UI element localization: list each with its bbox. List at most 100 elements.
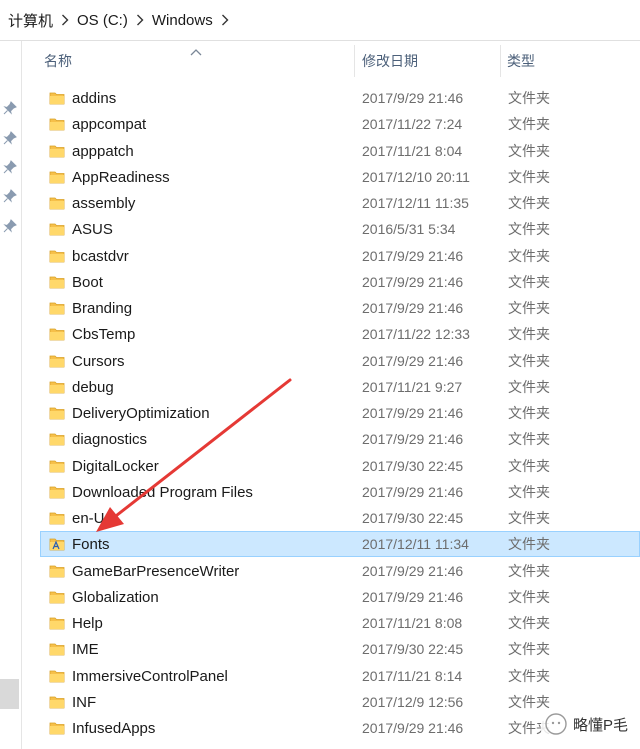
folder-icon (49, 117, 65, 131)
chevron-right-icon[interactable] (55, 14, 75, 26)
file-date-modified: 2017/9/29 21:46 (362, 720, 464, 736)
file-name: Branding (72, 300, 133, 317)
file-type: 文件夹 (508, 667, 550, 684)
folder-icon (49, 616, 65, 630)
file-name: ImmersiveControlPanel (72, 667, 228, 685)
file-date-modified: 2017/11/22 12:33 (362, 326, 470, 343)
file-name: InfusedApps (72, 720, 156, 737)
file-name: ASUS (72, 221, 113, 239)
folder-icon (49, 485, 65, 499)
file-type: 文件夹 (508, 300, 550, 316)
folder-icon (49, 669, 65, 683)
file-type: 文件夹 (508, 90, 550, 106)
file-date-modified: 2017/9/29 21:46 (362, 431, 464, 448)
file-name: bcastdvr (72, 247, 129, 265)
file-type: 文件夹 (508, 431, 550, 448)
file-name: Help (72, 615, 103, 632)
folder-icon (49, 144, 65, 158)
file-date-modified: 2016/5/31 5:34 (362, 221, 456, 238)
file-name: Boot (72, 273, 103, 291)
file-row[interactable]: DeliveryOptimization 2017/9/29 21:46 文件夹 (40, 400, 640, 426)
column-type-header[interactable]: 类型 (507, 41, 627, 81)
file-date-modified: 2017/12/11 11:34 (362, 536, 469, 553)
file-row[interactable]: en-US 2017/9/30 22:45 文件夹 (40, 505, 640, 531)
file-row[interactable]: Downloaded Program Files 2017/9/29 21:46 文… (40, 479, 640, 505)
folder-icon (49, 642, 65, 656)
file-row[interactable]: AppReadiness 2017/12/10 20:11 文件夹 (40, 164, 640, 190)
folder-icon (49, 695, 65, 709)
file-type: 文件夹 (508, 615, 550, 631)
file-name: apppatch (72, 142, 134, 160)
file-type: 文件夹 (508, 457, 550, 474)
folder-icon (49, 196, 65, 210)
file-row[interactable]: bcastdvr 2017/9/29 21:46 文件夹 (40, 243, 640, 269)
file-date-modified: 2017/9/29 21:46 (362, 483, 464, 500)
file-type: 文件夹 (508, 405, 550, 421)
file-row[interactable]: addins 2017/9/29 21:46 文件夹 (40, 85, 640, 111)
file-row[interactable]: IME 2017/9/30 22:45 文件夹 (40, 636, 640, 662)
file-row[interactable]: assembly 2017/12/11 11:35 文件夹 (40, 190, 640, 216)
file-name: Fonts (72, 536, 110, 554)
breadcrumb-drive[interactable]: OS (C:) (75, 12, 130, 29)
column-divider[interactable] (354, 45, 355, 77)
pin-icon[interactable] (3, 101, 17, 115)
file-row[interactable]: Branding 2017/9/29 21:46 文件夹 (40, 295, 640, 321)
address-bar[interactable]: 计算机 OS (C:) Windows (0, 0, 640, 41)
file-type: 文件夹 (508, 510, 550, 526)
chevron-right-icon[interactable] (130, 14, 150, 26)
file-row[interactable]: Boot 2017/9/29 21:46 文件夹 (40, 269, 640, 295)
column-name-header[interactable]: 名称 (44, 41, 374, 81)
file-date-modified: 2017/11/21 8:04 (362, 142, 463, 159)
pin-icon[interactable] (3, 219, 17, 233)
column-divider[interactable] (500, 45, 501, 77)
file-date-modified: 2017/9/30 22:45 (362, 641, 464, 658)
folder-icon (49, 380, 65, 394)
pin-icon[interactable] (3, 189, 17, 203)
file-row[interactable]: DigitalLocker 2017/9/30 22:45 文件夹 (40, 453, 640, 479)
file-row[interactable]: diagnostics 2017/9/29 21:46 文件夹 (40, 426, 640, 452)
file-type: 文件夹 (508, 168, 550, 185)
file-row[interactable]: appcompat 2017/11/22 7:24 文件夹 (40, 111, 640, 137)
file-row[interactable]: debug 2017/11/21 9:27 文件夹 (40, 374, 640, 400)
folder-icon (49, 406, 65, 420)
file-date-modified: 2017/9/29 21:46 (362, 352, 464, 369)
fonts-folder-icon (49, 537, 65, 551)
pin-icon[interactable] (3, 160, 17, 174)
folder-icon (49, 222, 65, 236)
file-date-modified: 2017/9/29 21:46 (362, 588, 464, 605)
file-name: en-US (72, 510, 115, 527)
file-type: 文件夹 (508, 588, 550, 605)
file-name: appcompat (72, 116, 147, 134)
wechat-logo-icon (545, 713, 567, 735)
file-date-modified: 2017/9/29 21:46 (362, 300, 464, 316)
file-row[interactable]: ASUS 2016/5/31 5:34 文件夹 (40, 216, 640, 242)
chevron-right-icon[interactable] (215, 14, 235, 26)
file-date-modified: 2017/9/29 21:46 (362, 273, 464, 290)
file-row[interactable]: Help 2017/11/21 8:08 文件夹 (40, 610, 640, 636)
navigation-pane[interactable] (0, 41, 22, 749)
file-row[interactable]: CbsTemp 2017/11/22 12:33 文件夹 (40, 321, 640, 347)
folder-icon (49, 459, 65, 473)
nav-selected-item[interactable] (0, 679, 19, 709)
file-type: 文件夹 (508, 221, 550, 238)
file-row[interactable]: apppatch 2017/11/21 8:04 文件夹 (40, 138, 640, 164)
file-type: 文件夹 (508, 536, 550, 553)
file-row[interactable]: Globalization 2017/9/29 21:46 文件夹 (40, 584, 640, 610)
breadcrumb-windows[interactable]: Windows (150, 12, 215, 29)
file-type: 文件夹 (508, 562, 550, 579)
folder-icon (49, 432, 65, 446)
file-date-modified: 2017/9/30 22:45 (362, 457, 464, 474)
column-header: 名称 修改日期 类型 (22, 41, 640, 81)
pin-icon[interactable] (3, 131, 17, 145)
file-row[interactable]: GameBarPresenceWriter 2017/9/29 21:46 文件夹 (40, 558, 640, 584)
breadcrumb-computer[interactable]: 计算机 (6, 10, 55, 31)
folder-icon (49, 170, 65, 184)
file-row[interactable]: Cursors 2017/9/29 21:46 文件夹 (40, 348, 640, 374)
file-row[interactable]: Fonts 2017/12/11 11:34 文件夹 (40, 531, 640, 558)
watermark: 略懂P毛 (540, 711, 632, 737)
file-name: INF (72, 693, 97, 711)
file-row[interactable]: ImmersiveControlPanel 2017/11/21 8:14 文件夹 (40, 663, 640, 689)
file-date-modified: 2017/12/11 11:35 (362, 195, 469, 211)
file-name: addins (72, 90, 117, 107)
column-date-header[interactable]: 修改日期 (362, 41, 502, 81)
